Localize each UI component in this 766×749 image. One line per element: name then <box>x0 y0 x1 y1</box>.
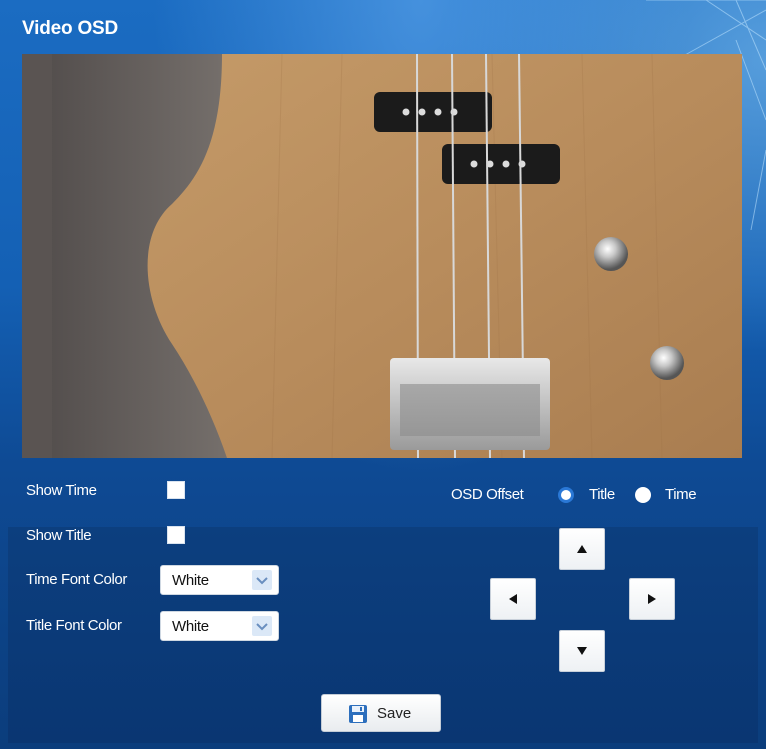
show-time-checkbox[interactable] <box>167 481 185 499</box>
show-time-label: Show Time <box>26 482 97 499</box>
show-title-checkbox[interactable] <box>167 526 185 544</box>
save-button[interactable]: Save <box>321 694 441 732</box>
floppy-disk-icon <box>349 705 367 723</box>
offset-down-button[interactable] <box>559 630 605 672</box>
arrow-up-icon <box>577 545 587 553</box>
osd-offset-label: OSD Offset <box>451 486 524 503</box>
title-font-color-value: White <box>172 618 209 635</box>
offset-up-button[interactable] <box>559 528 605 570</box>
arrow-right-icon <box>648 594 656 604</box>
title-font-color-label: Title Font Color <box>26 617 122 634</box>
offset-right-button[interactable] <box>629 578 675 620</box>
time-font-color-value: White <box>172 572 209 589</box>
osd-offset-time-label: Time <box>665 486 697 503</box>
video-preview <box>22 54 742 458</box>
osd-offset-time-radio[interactable] <box>635 487 651 503</box>
time-font-color-label: Time Font Color <box>26 571 127 588</box>
osd-offset-title-label: Title <box>589 486 615 503</box>
chevron-down-icon <box>252 570 272 590</box>
title-font-color-select[interactable]: White <box>160 611 279 641</box>
show-title-label: Show Title <box>26 527 92 544</box>
arrow-left-icon <box>509 594 517 604</box>
offset-left-button[interactable] <box>490 578 536 620</box>
osd-offset-title-radio[interactable] <box>558 487 574 503</box>
save-button-label: Save <box>377 705 412 722</box>
time-font-color-select[interactable]: White <box>160 565 279 595</box>
video-frame-image <box>22 54 742 458</box>
panel-title: Video OSD <box>22 18 119 39</box>
arrow-down-icon <box>577 647 587 655</box>
chevron-down-icon <box>252 616 272 636</box>
